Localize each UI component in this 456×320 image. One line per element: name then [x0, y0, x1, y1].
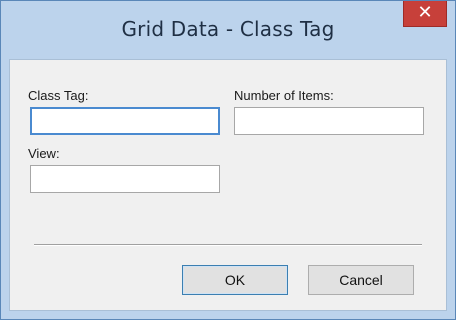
close-icon: ✕: [417, 2, 433, 23]
number-of-items-label: Number of Items:: [234, 88, 334, 103]
dialog-body: Class Tag: Number of Items: View: OK Can…: [9, 59, 447, 311]
ok-button[interactable]: OK: [182, 265, 288, 295]
close-button[interactable]: ✕: [403, 1, 447, 27]
cancel-button[interactable]: Cancel: [308, 265, 414, 295]
class-tag-label: Class Tag:: [28, 88, 89, 103]
dialog-window: Grid Data - Class Tag ✕ Class Tag: Numbe…: [0, 0, 456, 320]
class-tag-input[interactable]: [30, 107, 220, 135]
view-label: View:: [28, 146, 60, 161]
separator-line: [34, 244, 422, 246]
window-title: Grid Data - Class Tag: [121, 17, 335, 41]
number-of-items-input[interactable]: [234, 107, 424, 135]
view-input[interactable]: [30, 165, 220, 193]
title-bar[interactable]: Grid Data - Class Tag ✕: [1, 1, 455, 59]
